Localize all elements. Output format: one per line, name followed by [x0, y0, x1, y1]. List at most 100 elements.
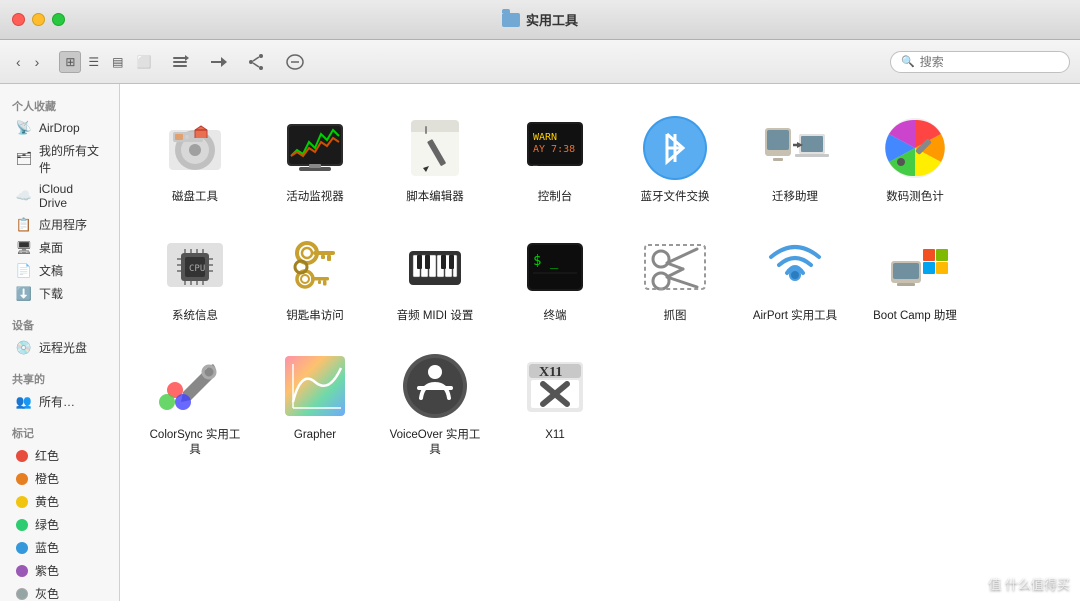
airport-icon: [759, 231, 831, 303]
file-item-x11[interactable]: X11 X11: [500, 342, 610, 466]
sidebar-item-documents[interactable]: 📄 文稿: [4, 259, 115, 282]
list-view-button[interactable]: ☰: [82, 51, 105, 73]
file-item-script-editor[interactable]: 脚本编辑器: [380, 104, 490, 213]
sidebar-item-tag-gray[interactable]: 灰色: [4, 582, 115, 601]
digital-color-icon: [879, 112, 951, 184]
shared-all-icon: 👥: [16, 394, 32, 410]
file-item-migration[interactable]: 迁移助理: [740, 104, 850, 213]
title-bar: 实用工具: [0, 0, 1080, 40]
file-item-colorsync[interactable]: ColorSync 实用工具: [140, 342, 250, 466]
file-item-voiceover[interactable]: VoiceOver 实用工具: [380, 342, 490, 466]
audio-midi-icon: [399, 231, 471, 303]
action-button[interactable]: [203, 49, 233, 75]
file-item-grapher[interactable]: Grapher: [260, 342, 370, 466]
voiceover-icon: [399, 350, 471, 422]
sidebar-label-tag-gray: 灰色: [35, 585, 59, 601]
airdrop-icon: 📡: [16, 120, 32, 136]
svg-text:CPU: CPU: [189, 264, 205, 274]
all-files-icon: 🗂: [16, 151, 32, 167]
main-layout: 个人收藏 📡 AirDrop 🗂 我的所有文件 ☁️ iCloud Drive …: [0, 84, 1080, 601]
grab-icon: [639, 231, 711, 303]
close-button[interactable]: [12, 13, 25, 26]
action-icon: [209, 53, 227, 71]
file-label-system-info: 系统信息: [172, 309, 218, 324]
console-icon: WARN AY 7:38 _: [519, 112, 591, 184]
sidebar-section-shared: 共享的: [0, 365, 119, 390]
sidebar-item-shared-all[interactable]: 👥 所有…: [4, 390, 115, 413]
sidebar-item-tag-red[interactable]: 红色: [4, 444, 115, 467]
sidebar-label-apps: 应用程序: [39, 216, 87, 233]
file-item-bootcamp[interactable]: Boot Camp 助理: [860, 223, 970, 332]
sidebar-item-all-files[interactable]: 🗂 我的所有文件: [4, 139, 115, 179]
disk-utility-icon: [159, 112, 231, 184]
sidebar-item-downloads[interactable]: ⬇️ 下载: [4, 282, 115, 305]
sidebar-label-desktop: 桌面: [39, 239, 63, 256]
bootcamp-icon: [879, 231, 951, 303]
file-item-console[interactable]: WARN AY 7:38 _ 控制台: [500, 104, 610, 213]
apps-icon: 📋: [16, 217, 32, 233]
forward-button[interactable]: ›: [29, 50, 46, 74]
icon-view-button[interactable]: ⊞: [59, 51, 81, 73]
file-item-system-info[interactable]: CPU: [140, 223, 250, 332]
nav-arrows: ‹ ›: [10, 50, 45, 74]
search-icon: 🔍: [901, 55, 915, 68]
file-item-bluetooth[interactable]: 蓝牙文件交换: [620, 104, 730, 213]
file-item-digital-color[interactable]: 数码测色计: [860, 104, 970, 213]
sidebar: 个人收藏 📡 AirDrop 🗂 我的所有文件 ☁️ iCloud Drive …: [0, 84, 120, 601]
file-item-airport[interactable]: AirPort 实用工具: [740, 223, 850, 332]
sidebar-item-tag-yellow[interactable]: 黄色: [4, 490, 115, 513]
sidebar-section-devices: 设备: [0, 311, 119, 336]
sidebar-item-tag-orange[interactable]: 橙色: [4, 467, 115, 490]
file-label-script-editor: 脚本编辑器: [406, 190, 464, 205]
file-label-voiceover: VoiceOver 实用工具: [384, 428, 486, 458]
sidebar-section-tags: 标记: [0, 419, 119, 444]
share-button[interactable]: [241, 49, 271, 75]
sidebar-label-airdrop: AirDrop: [39, 121, 80, 135]
sidebar-label-shared-all: 所有…: [39, 393, 75, 410]
search-bar[interactable]: 🔍: [890, 51, 1070, 73]
sidebar-item-tag-green[interactable]: 绿色: [4, 513, 115, 536]
sidebar-item-remote-disk[interactable]: 💿 远程光盘: [4, 336, 115, 359]
sidebar-item-apps[interactable]: 📋 应用程序: [4, 213, 115, 236]
sidebar-item-desktop[interactable]: 🖥 桌面: [4, 236, 115, 259]
svg-text:AY 7:38: AY 7:38: [533, 144, 575, 155]
search-input[interactable]: [920, 55, 1060, 69]
file-item-terminal[interactable]: $ _ 终端: [500, 223, 610, 332]
sidebar-item-tag-blue[interactable]: 蓝色: [4, 536, 115, 559]
file-item-keychain[interactable]: 钥匙串访问: [260, 223, 370, 332]
file-label-x11: X11: [545, 428, 565, 443]
file-item-grab[interactable]: 抓图: [620, 223, 730, 332]
file-label-disk-utility: 磁盘工具: [172, 190, 218, 205]
file-label-digital-color: 数码测色计: [886, 190, 944, 205]
sidebar-item-tag-purple[interactable]: 紫色: [4, 559, 115, 582]
sidebar-label-downloads: 下载: [39, 285, 63, 302]
column-view-button[interactable]: ▤: [106, 51, 129, 73]
sidebar-section-favorites: 个人收藏: [0, 92, 119, 117]
file-item-audio-midi[interactable]: 音频 MIDI 设置: [380, 223, 490, 332]
file-label-terminal: 终端: [544, 309, 567, 324]
folder-icon: [502, 13, 520, 27]
keychain-icon: [279, 231, 351, 303]
back-button[interactable]: ‹: [10, 50, 27, 74]
sidebar-label-all-files: 我的所有文件: [39, 142, 103, 176]
file-label-grapher: Grapher: [294, 428, 336, 443]
script-editor-icon: [399, 112, 471, 184]
sidebar-item-airdrop[interactable]: 📡 AirDrop: [4, 117, 115, 139]
coverflow-view-button[interactable]: ⬜: [131, 51, 158, 73]
documents-icon: 📄: [16, 263, 32, 279]
file-label-audio-midi: 音频 MIDI 设置: [397, 309, 474, 324]
sidebar-label-tag-orange: 橙色: [35, 470, 59, 487]
file-item-activity-monitor[interactable]: 活动监视器: [260, 104, 370, 213]
sidebar-item-icloud[interactable]: ☁️ iCloud Drive: [4, 179, 115, 213]
grapher-icon: [279, 350, 351, 422]
sidebar-label-icloud: iCloud Drive: [39, 182, 103, 210]
tag-button[interactable]: [279, 49, 311, 75]
maximize-button[interactable]: [52, 13, 65, 26]
x11-icon: X11: [519, 350, 591, 422]
file-label-bootcamp: Boot Camp 助理: [873, 309, 957, 324]
svg-text:WARN: WARN: [533, 132, 557, 143]
minimize-button[interactable]: [32, 13, 45, 26]
file-item-disk-utility[interactable]: 磁盘工具: [140, 104, 250, 213]
tag-green-dot: [16, 519, 28, 531]
arrange-button[interactable]: [165, 49, 195, 75]
